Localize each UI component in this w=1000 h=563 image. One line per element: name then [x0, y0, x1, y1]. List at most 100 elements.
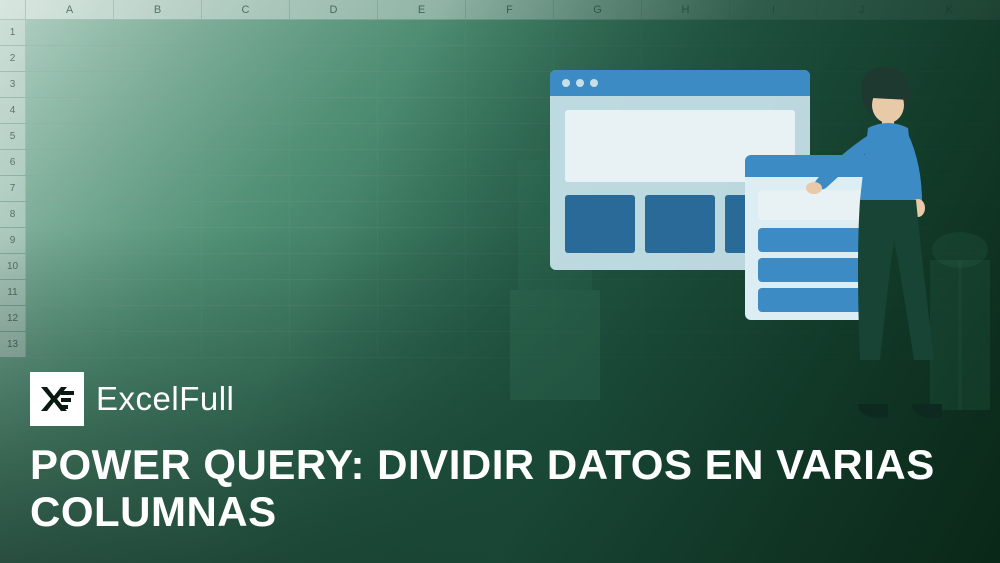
col-header: I: [730, 0, 818, 19]
cell: [290, 72, 378, 97]
cell: [378, 72, 466, 97]
cell: [114, 46, 202, 71]
column-header-row: A B C D E F G H I J K: [0, 0, 1000, 20]
logo-badge-icon: [30, 372, 84, 426]
row-header: 11: [0, 280, 26, 305]
grid-row: 1: [0, 20, 1000, 46]
row-header: 13: [0, 332, 26, 357]
brand-logo: ExcelFull: [30, 372, 234, 426]
cell: [114, 20, 202, 45]
col-header: E: [378, 0, 466, 19]
cell: [378, 176, 466, 201]
cell: [290, 98, 378, 123]
brand-name-strong: Excel: [96, 380, 179, 417]
cell: [378, 280, 466, 305]
col-header: C: [202, 0, 290, 19]
row-header: 12: [0, 306, 26, 331]
cell: [26, 176, 114, 201]
cell: [202, 176, 290, 201]
row-header: 8: [0, 202, 26, 227]
cell: [202, 254, 290, 279]
cell: [114, 228, 202, 253]
cell: [290, 228, 378, 253]
cell: [378, 306, 466, 331]
cell: [114, 176, 202, 201]
col-header: H: [642, 0, 730, 19]
cell: [466, 20, 554, 45]
cell: [202, 46, 290, 71]
row-header: 10: [0, 254, 26, 279]
grid-corner: [0, 0, 26, 19]
cell: [26, 124, 114, 149]
cell: [202, 280, 290, 305]
cell: [642, 20, 730, 45]
row-header: 4: [0, 98, 26, 123]
cell: [378, 332, 466, 357]
col-header: K: [906, 0, 994, 19]
col-header: G: [554, 0, 642, 19]
cell: [26, 280, 114, 305]
cell: [290, 332, 378, 357]
cell: [26, 228, 114, 253]
cell: [114, 280, 202, 305]
cell: [114, 332, 202, 357]
cell: [290, 20, 378, 45]
cell: [202, 332, 290, 357]
cell: [202, 124, 290, 149]
cell: [114, 202, 202, 227]
cell: [554, 20, 642, 45]
row-header: 9: [0, 228, 26, 253]
col-header: B: [114, 0, 202, 19]
col-header: J: [818, 0, 906, 19]
cell: [26, 202, 114, 227]
cell: [378, 228, 466, 253]
cell: [378, 124, 466, 149]
cell: [114, 150, 202, 175]
brand-name-light: Full: [179, 380, 234, 417]
cell: [290, 280, 378, 305]
cell: [290, 254, 378, 279]
cell: [202, 228, 290, 253]
row-header: 1: [0, 20, 26, 45]
cell: [730, 20, 818, 45]
cell: [290, 176, 378, 201]
cell: [906, 20, 994, 45]
row-header: 7: [0, 176, 26, 201]
col-header: D: [290, 0, 378, 19]
cell: [818, 20, 906, 45]
brand-name: ExcelFull: [96, 380, 234, 418]
cell: [26, 306, 114, 331]
cell: [114, 98, 202, 123]
row-header: 2: [0, 46, 26, 71]
cell: [26, 332, 114, 357]
cell: [26, 150, 114, 175]
cell: [114, 306, 202, 331]
cell: [114, 254, 202, 279]
cell: [26, 46, 114, 71]
row-header: 5: [0, 124, 26, 149]
cell: [378, 98, 466, 123]
cell: [26, 20, 114, 45]
cell: [290, 124, 378, 149]
cell: [378, 254, 466, 279]
row-header: 6: [0, 150, 26, 175]
cell: [378, 150, 466, 175]
cell: [202, 72, 290, 97]
cell: [290, 46, 378, 71]
cell: [378, 46, 466, 71]
cell: [202, 150, 290, 175]
cell: [290, 150, 378, 175]
cell: [202, 306, 290, 331]
cell: [378, 20, 466, 45]
cell: [202, 202, 290, 227]
cell: [290, 306, 378, 331]
cell: [26, 98, 114, 123]
page-title: POWER QUERY: DIVIDIR DATOS EN VARIAS COL…: [30, 441, 970, 535]
cell: [26, 72, 114, 97]
illustration-person-windows: [510, 50, 990, 430]
cell: [114, 72, 202, 97]
col-header: A: [26, 0, 114, 19]
cell: [202, 20, 290, 45]
cell: [378, 202, 466, 227]
cell: [114, 124, 202, 149]
